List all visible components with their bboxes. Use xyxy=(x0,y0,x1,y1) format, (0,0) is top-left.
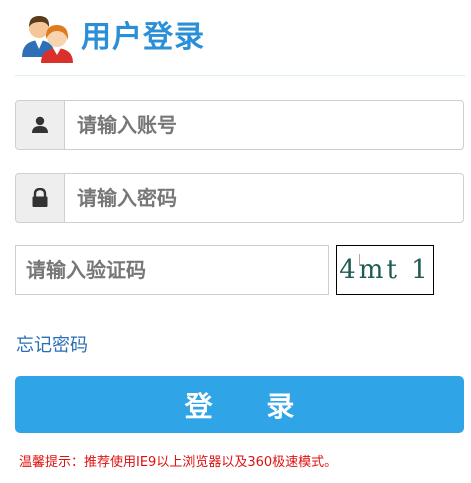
account-field[interactable] xyxy=(15,100,464,150)
lock-icon xyxy=(32,188,48,207)
browser-tip: 温馨提示：推荐使用IE9以上浏览器以及360极速模式。 xyxy=(19,455,338,470)
users-icon xyxy=(22,16,73,63)
captcha-image[interactable]: 4mt 1 xyxy=(336,245,434,295)
captcha-input[interactable] xyxy=(15,245,329,295)
login-button[interactable]: 登 录 xyxy=(15,376,464,433)
password-field[interactable] xyxy=(15,173,464,223)
login-header: 用户登录 xyxy=(15,10,465,76)
lock-addon xyxy=(16,174,65,222)
account-input[interactable] xyxy=(65,101,463,149)
captcha-text: 4mt 1 xyxy=(339,255,431,285)
forgot-password-link[interactable]: 忘记密码 xyxy=(16,334,88,358)
user-addon xyxy=(16,101,65,149)
password-input[interactable] xyxy=(65,174,463,222)
captcha-noise xyxy=(359,254,360,266)
user-icon xyxy=(32,116,48,133)
page-title: 用户登录 xyxy=(81,20,205,55)
